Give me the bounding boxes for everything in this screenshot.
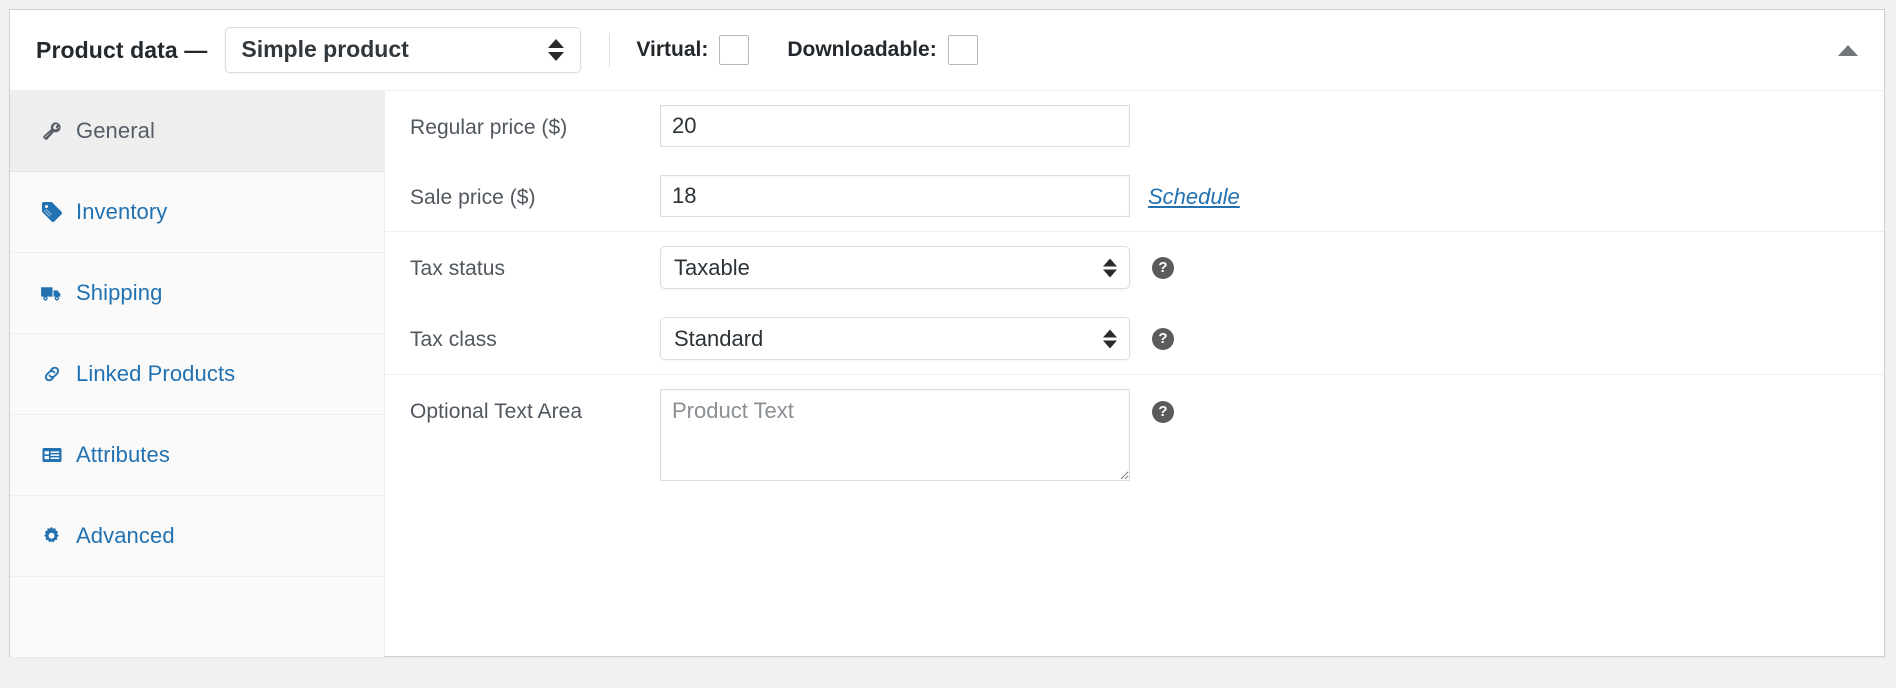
tab-general[interactable]: General: [10, 91, 384, 172]
downloadable-checkbox-group[interactable]: Downloadable:: [787, 35, 978, 65]
tab-linked-products-label: Linked Products: [76, 361, 236, 386]
schedule-sale-link[interactable]: Schedule: [1148, 184, 1240, 210]
tax-class-select-wrapper: Standard: [660, 317, 1130, 360]
product-type-select-wrapper: Simple product: [225, 27, 582, 73]
gear-icon: [38, 523, 65, 550]
product-type-select[interactable]: Simple product: [225, 27, 582, 73]
tax-group: Tax status Taxable ? Tax class Standard …: [385, 232, 1884, 375]
tab-linked-products[interactable]: Linked Products: [10, 334, 384, 415]
triangle-up-icon: [1838, 44, 1858, 56]
sale-price-row: Sale price ($) Schedule: [385, 161, 1884, 231]
tax-class-label: Tax class: [410, 328, 497, 351]
optional-text-area-control: ?: [660, 389, 1174, 481]
truck-icon: [38, 280, 65, 307]
optional-text-area-input[interactable]: [660, 389, 1130, 481]
tab-advanced-label: Advanced: [76, 523, 175, 548]
optional-text-area-help-icon[interactable]: ?: [1152, 401, 1174, 423]
page-title: Product data —: [36, 36, 208, 63]
tab-inventory-label: Inventory: [76, 199, 168, 224]
product-data-panel: Product data — Simple product Virtual: D…: [9, 9, 1885, 657]
tab-attributes[interactable]: Attributes: [10, 415, 384, 496]
tax-status-select[interactable]: Taxable: [660, 246, 1130, 289]
regular-price-control: [660, 105, 1130, 147]
tax-class-control: Standard ?: [660, 317, 1174, 360]
regular-price-row: Regular price ($): [385, 91, 1884, 161]
tax-status-control: Taxable ?: [660, 246, 1174, 289]
tab-general-label: General: [76, 118, 155, 143]
product-data-tabs: General Inventory Shipping Linked Produc…: [10, 91, 385, 657]
sale-price-control: Schedule: [660, 175, 1240, 217]
virtual-checkbox[interactable]: [719, 35, 750, 65]
tab-inventory[interactable]: Inventory: [10, 172, 384, 253]
tag-icon: [38, 199, 65, 226]
collapse-panel-button[interactable]: [1828, 30, 1868, 70]
tax-status-help-icon[interactable]: ?: [1152, 257, 1174, 279]
tax-status-select-wrapper: Taxable: [660, 246, 1130, 289]
list-icon: [38, 442, 65, 469]
optional-text-area-label: Optional Text Area: [410, 400, 583, 423]
tax-class-row: Tax class Standard ?: [385, 303, 1884, 374]
optional-text-group: Optional Text Area ?: [385, 375, 1884, 495]
tax-status-label: Tax status: [410, 257, 506, 280]
regular-price-input[interactable]: [660, 105, 1130, 147]
virtual-checkbox-group[interactable]: Virtual:: [636, 35, 750, 65]
regular-price-label: Regular price ($): [410, 116, 568, 139]
sale-price-label: Sale price ($): [410, 186, 536, 209]
tabs-filler: [10, 577, 384, 657]
tab-advanced[interactable]: Advanced: [10, 496, 384, 577]
wrench-icon: [38, 118, 65, 145]
product-data-body: General Inventory Shipping Linked Produc…: [10, 90, 1884, 657]
general-tab-panel: Regular price ($) Sale price ($) Schedul…: [385, 91, 1884, 656]
tab-attributes-label: Attributes: [76, 442, 170, 467]
downloadable-checkbox[interactable]: [947, 35, 978, 65]
header-divider: [609, 33, 611, 67]
link-icon: [38, 361, 65, 388]
virtual-label: Virtual:: [636, 38, 709, 61]
tax-class-help-icon[interactable]: ?: [1152, 328, 1174, 350]
pricing-group: Regular price ($) Sale price ($) Schedul…: [385, 91, 1884, 232]
optional-text-area-row: Optional Text Area ?: [385, 375, 1884, 495]
product-data-header: Product data — Simple product Virtual: D…: [10, 10, 1884, 90]
tax-status-row: Tax status Taxable ?: [385, 232, 1884, 303]
sale-price-input[interactable]: [660, 175, 1130, 217]
tab-shipping-label: Shipping: [76, 280, 163, 305]
downloadable-label: Downloadable:: [787, 38, 937, 61]
tax-class-select[interactable]: Standard: [660, 317, 1130, 360]
tab-shipping[interactable]: Shipping: [10, 253, 384, 334]
